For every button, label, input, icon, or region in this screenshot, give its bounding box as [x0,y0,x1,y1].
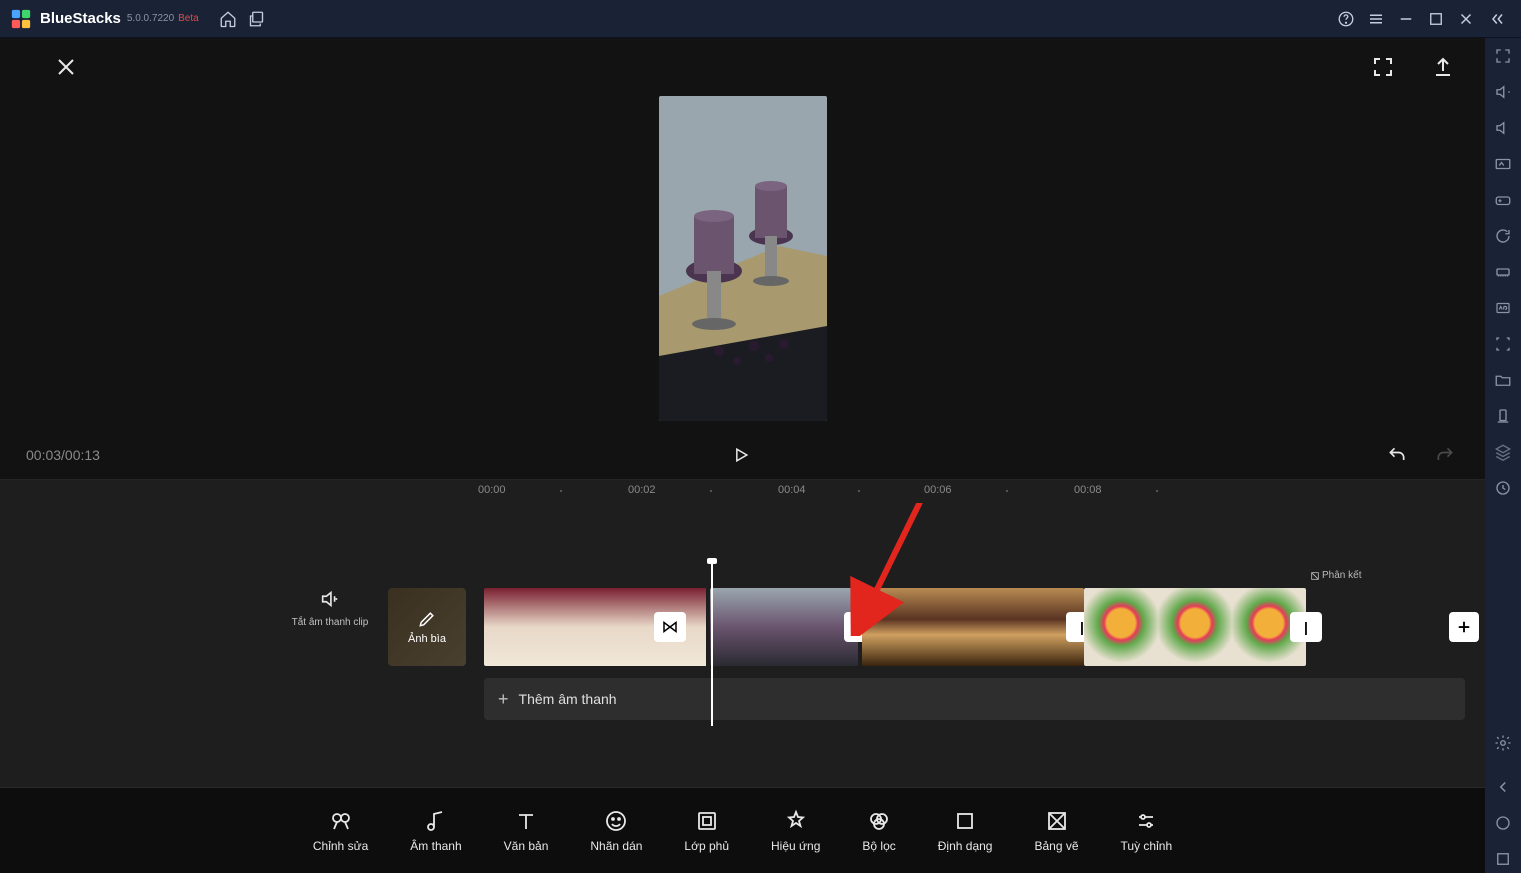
settings-icon[interactable] [1489,729,1517,757]
home-icon[interactable] [213,4,243,34]
tool-edit[interactable]: Chỉnh sửa [313,809,368,853]
bluestacks-logo-icon [10,8,32,30]
back-icon[interactable] [1489,773,1517,801]
timeline-clip[interactable] [710,588,860,666]
transition-button[interactable]: | [1290,612,1322,642]
expand-preview-icon[interactable] [1365,49,1401,85]
tool-effects[interactable]: Hiệu ứng [771,809,820,853]
undo-button[interactable] [1383,441,1411,469]
apk-icon[interactable] [1489,294,1517,322]
add-audio-row[interactable]: + Thêm âm thanh [484,678,1465,720]
tool-canvas[interactable]: Bảng vẽ [1034,809,1078,853]
sync-icon[interactable] [1489,222,1517,250]
export-icon[interactable] [1425,49,1461,85]
pencil-icon [417,609,437,629]
tool-label: Định dạng [938,839,993,853]
brand-label: BlueStacks [40,10,121,27]
tabs-icon[interactable] [243,4,273,34]
tool-label: Bộ lọc [862,839,895,853]
timecode-label: 00:03/00:13 [26,447,100,463]
play-button[interactable] [727,441,755,469]
redo-button[interactable] [1431,441,1459,469]
ruler-tick: 00:02 [628,484,656,496]
playback-row: 00:03/00:13 [0,431,1485,479]
preview-frame[interactable] [659,96,827,421]
titlebar: BlueStacks 5.0.0.7220 Beta [0,0,1521,38]
maximize-icon[interactable] [1421,4,1451,34]
phanket-label: Phân kết [1310,570,1361,581]
close-editor-button[interactable] [48,49,84,85]
mute-icon [319,588,341,615]
ruler-tick: 00:06 [924,484,952,496]
memory-icon[interactable] [1489,258,1517,286]
timeline-clip[interactable] [1084,588,1306,666]
collapse-icon[interactable] [1481,4,1511,34]
timeline-clip[interactable] [862,588,1084,666]
preview-area [0,96,1485,421]
mute-clip-control[interactable]: Tắt âm thanh clip [290,588,370,629]
bottom-toolbar: Chỉnh sửa Âm thanh Văn bản Nhãn dán Lớp … [0,787,1485,873]
mute-label: Tắt âm thanh clip [292,617,369,629]
clock-icon[interactable] [1489,474,1517,502]
screenshot-icon[interactable] [1489,330,1517,358]
beta-label: Beta [178,13,199,24]
timeline-ruler[interactable]: 00:00 00:02 00:04 00:06 00:08 [0,479,1485,503]
system-sidebar [1485,38,1521,873]
tool-sticker[interactable]: Nhãn dán [590,809,642,853]
controller-icon[interactable] [1489,186,1517,214]
ruler-tick: 00:08 [1074,484,1102,496]
tool-text[interactable]: Văn bản [504,809,549,853]
tool-label: Tuỳ chỉnh [1121,839,1173,853]
fullscreen-icon[interactable] [1489,42,1517,70]
layers-icon[interactable] [1489,438,1517,466]
cover-thumb[interactable]: Ảnh bìa [388,588,466,666]
keymap-icon[interactable] [1489,150,1517,178]
close-window-icon[interactable] [1451,4,1481,34]
tool-label: Hiệu ứng [771,839,820,853]
video-track: | | | [484,588,1465,666]
folder-icon[interactable] [1489,366,1517,394]
minimize-icon[interactable] [1391,4,1421,34]
ruler-tick: 00:04 [778,484,806,496]
tool-filter[interactable]: Bộ lọc [862,809,895,853]
ruler-tick: 00:00 [478,484,506,496]
tool-label: Lớp phủ [684,839,729,853]
transition-button[interactable] [654,612,686,642]
tool-audio[interactable]: Âm thanh [410,809,461,853]
add-audio-label: Thêm âm thanh [519,691,617,707]
cover-label: Ảnh bìa [408,633,446,645]
recents-icon[interactable] [1489,845,1517,873]
tool-label: Nhãn dán [590,839,642,853]
add-clip-button[interactable] [1449,612,1479,642]
volume-icon[interactable] [1489,114,1517,142]
help-icon[interactable] [1331,4,1361,34]
tool-label: Bảng vẽ [1034,839,1078,853]
tool-adjust[interactable]: Tuỳ chỉnh [1121,809,1173,853]
editor-main: 00:03/00:13 00:00 00:02 00:04 00:06 00:0… [0,38,1485,873]
plus-icon: + [498,689,509,710]
tool-label: Chỉnh sửa [313,839,368,853]
tool-label: Âm thanh [410,839,461,853]
tool-label: Văn bản [504,839,549,853]
nav-home-icon[interactable] [1489,809,1517,837]
editor-header [0,38,1485,96]
version-label: 5.0.0.7220 [127,13,174,24]
tool-format[interactable]: Định dạng [938,809,993,853]
tool-overlay[interactable]: Lớp phủ [684,809,729,853]
rotate-icon[interactable] [1489,402,1517,430]
menu-icon[interactable] [1361,4,1391,34]
timeline[interactable]: Tắt âm thanh clip Ảnh bìa [0,503,1485,787]
volume-up-icon[interactable] [1489,78,1517,106]
